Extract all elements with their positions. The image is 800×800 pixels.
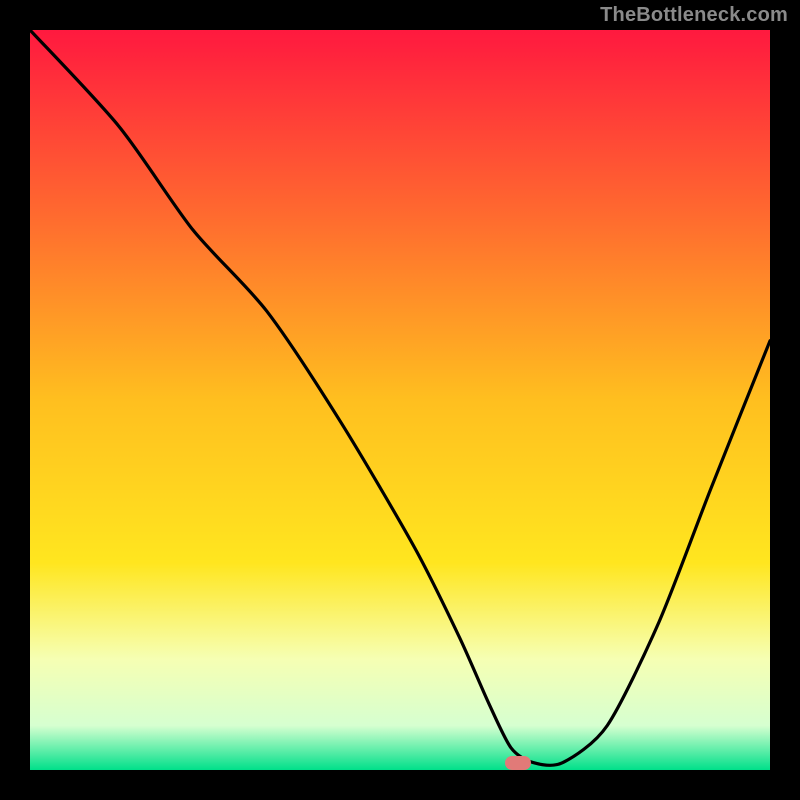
- chart-container: TheBottleneck.com: [0, 0, 800, 800]
- optimal-point-marker: [505, 756, 531, 770]
- gradient-background: [30, 30, 770, 770]
- plot-area: [30, 30, 770, 770]
- chart-svg: [30, 30, 770, 770]
- watermark-text: TheBottleneck.com: [600, 4, 788, 27]
